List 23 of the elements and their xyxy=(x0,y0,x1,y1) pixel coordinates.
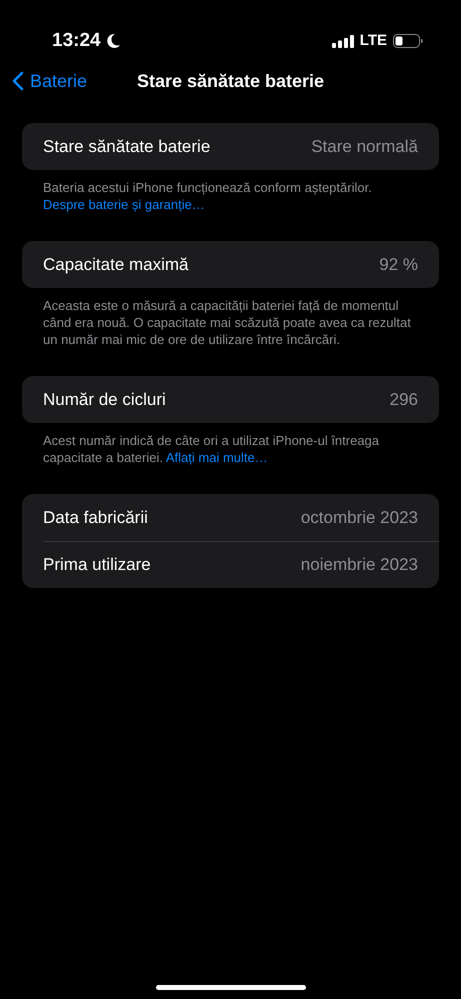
battery-icon xyxy=(393,34,423,48)
row-value: noiembrie 2023 xyxy=(300,554,418,576)
info-link[interactable]: Aflați mai multe… xyxy=(166,450,268,465)
row-label: Prima utilizare xyxy=(43,554,151,576)
row-value: Stare normală xyxy=(311,136,418,158)
moon-icon xyxy=(104,33,121,49)
row-label: Stare sănătate baterie xyxy=(43,136,210,158)
page-title: Stare sănătate baterie xyxy=(136,70,324,92)
row-label: Capacitate maximă xyxy=(43,254,189,276)
clock-time: 13:24 xyxy=(52,28,101,53)
footer-text: Bateria acestui iPhone funcționează conform așteptărilor. Despre baterie și garanție… xyxy=(42,179,373,213)
footer-text: Acest număr indică de câte ori a utilizat iPhone-ul întreaga capacitate a bateriei. Aflați mai multe… xyxy=(42,432,380,466)
network-label: LTE xyxy=(360,30,387,51)
footer-text: Aceasta este o măsură a capacității bateriei față de momentul când era nouă. O capacitate mai scăzută poate avea ca rezultat un număr mai mic de ore de utilizare între încărcări. xyxy=(42,297,412,348)
chevron-left-icon xyxy=(12,71,24,91)
row-value: octombrie 2023 xyxy=(300,506,418,529)
row-value: 296 xyxy=(390,388,418,411)
signal-icon xyxy=(332,34,354,48)
row-value: 92 % xyxy=(379,254,418,276)
row-label: Număr de cicluri xyxy=(43,388,166,411)
row-label: Data fabricării xyxy=(43,506,148,529)
back-button[interactable]: Baterie xyxy=(12,68,88,94)
info-link[interactable]: Despre baterie și garanție… xyxy=(43,197,205,212)
